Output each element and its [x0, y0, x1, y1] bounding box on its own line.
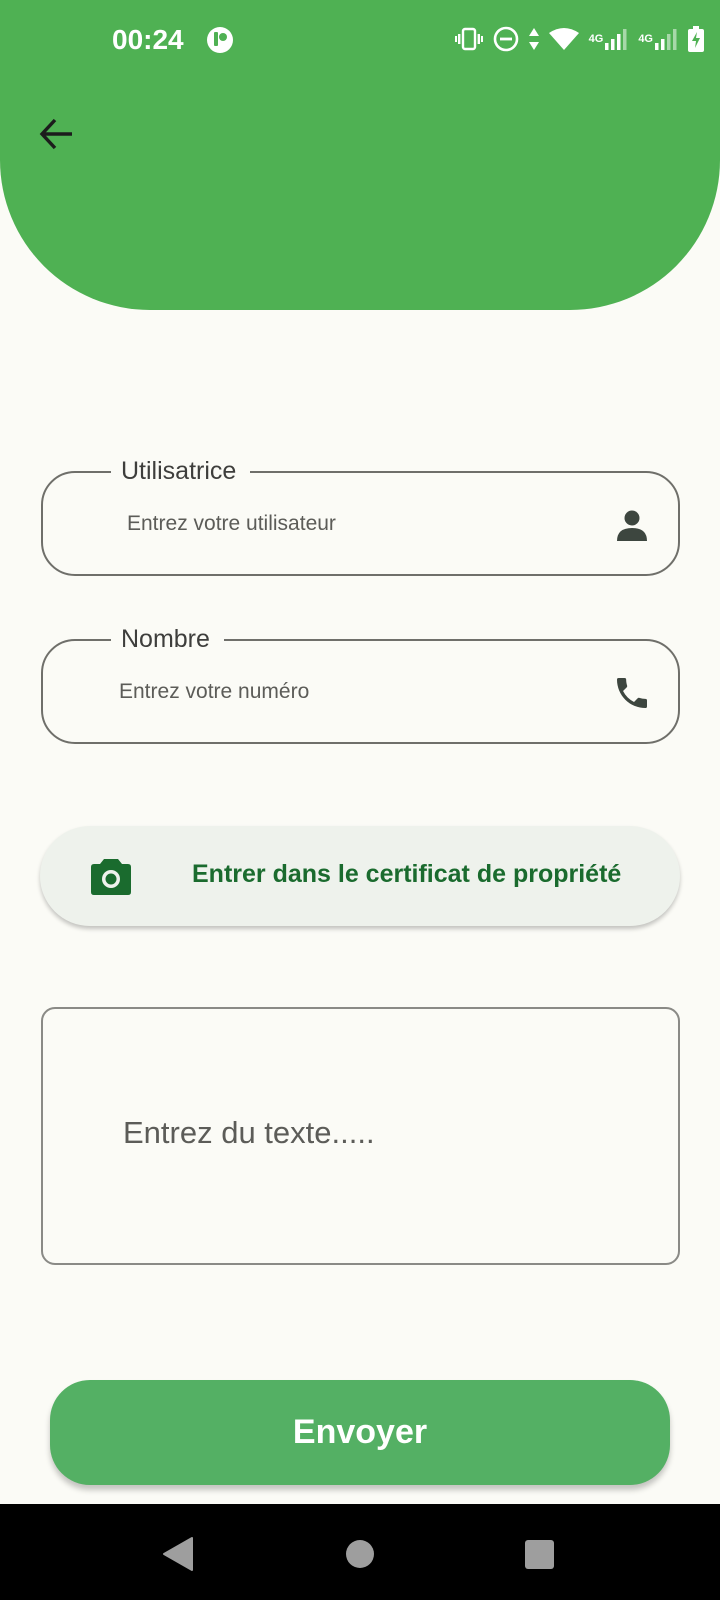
battery-charging-icon — [688, 26, 704, 52]
vibrate-icon — [454, 27, 483, 51]
arrow-left-icon — [39, 118, 72, 150]
certificate-button[interactable]: Entrer dans le certificat de propriété — [40, 826, 680, 926]
number-field-label: Nombre — [111, 621, 224, 657]
message-input[interactable] — [123, 1115, 643, 1165]
network-type-label: 4G — [588, 33, 604, 45]
signal-icon: 4G — [589, 27, 629, 51]
nav-back-icon[interactable] — [162, 1536, 194, 1572]
number-input[interactable] — [119, 671, 579, 713]
back-button[interactable] — [32, 110, 80, 158]
network-type-label: 4G — [638, 33, 653, 45]
person-icon — [612, 505, 652, 545]
user-input[interactable] — [127, 503, 587, 545]
number-field: Nombre — [41, 621, 680, 744]
user-field: Utilisatrice — [41, 453, 680, 576]
nav-home-icon[interactable] — [346, 1540, 374, 1568]
data-arrows-icon — [528, 27, 539, 51]
status-icons: 4G 4G — [454, 24, 704, 54]
status-time: 00:24 — [112, 24, 184, 55]
user-field-label: Utilisatrice — [111, 453, 251, 489]
wifi-icon — [548, 27, 579, 51]
nav-recents-icon[interactable] — [525, 1540, 554, 1569]
do-not-disturb-icon — [493, 26, 519, 52]
app-notification-icon — [207, 27, 233, 53]
send-button[interactable]: Envoyer — [50, 1380, 670, 1485]
screen: 00:24 4G 4G Utilisatrice Entrez votre ut… — [0, 0, 720, 1600]
signal-icon: 4G — [638, 27, 678, 51]
certificate-button-label: Entrer dans le certificat de propriété — [192, 860, 622, 888]
message-field — [41, 1007, 680, 1265]
navigation-bar — [0, 1504, 720, 1600]
status-bar: 00:24 4G 4G — [0, 0, 720, 80]
phone-icon — [612, 673, 652, 713]
camera-icon — [91, 859, 131, 895]
